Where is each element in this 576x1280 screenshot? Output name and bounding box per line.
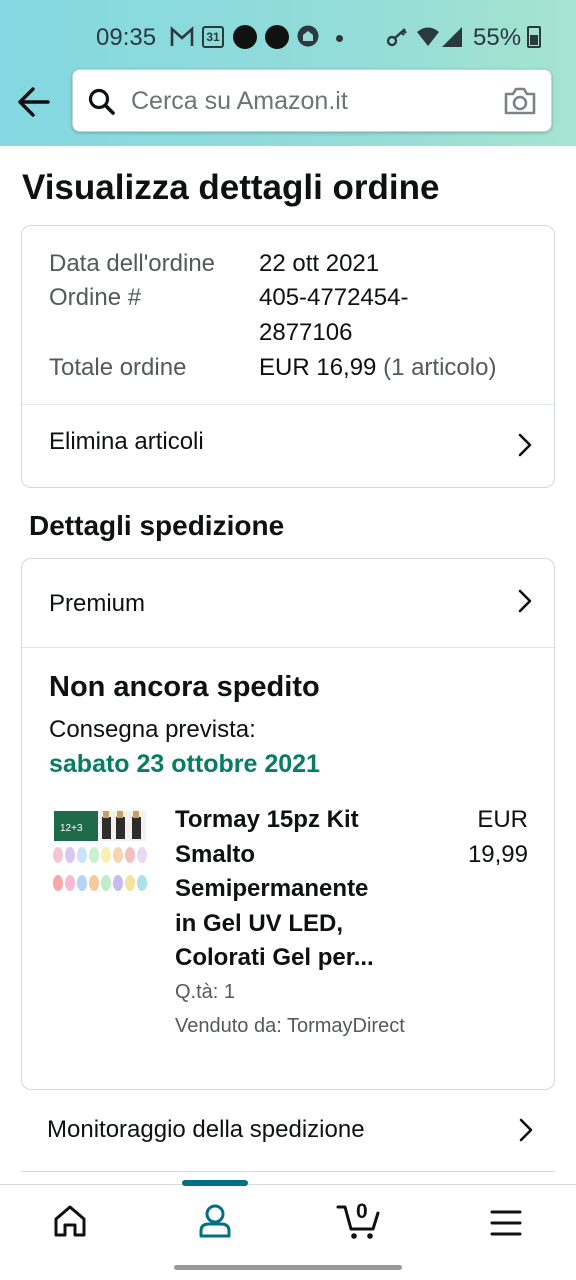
chevron-right-icon <box>518 433 532 457</box>
price-value: 19,99 <box>467 840 528 868</box>
bottom-nav <box>0 1180 576 1259</box>
home-icon <box>54 1205 86 1237</box>
product-title[interactable]: Tormay 15pz Kit Smalto Semipermanente in… <box>175 803 400 976</box>
back-arrow-icon[interactable] <box>16 84 52 120</box>
delivery-label: Consegna prevista: <box>49 716 256 743</box>
chevron-right-icon <box>519 1118 533 1142</box>
camera-icon[interactable] <box>503 86 537 116</box>
calendar-icon: 31 <box>202 26 224 48</box>
status-time: 09:35 <box>96 24 157 51</box>
status-bar: 09:35 31 55% <box>0 18 576 58</box>
delete-items-row[interactable]: Elimina articoli <box>22 405 554 488</box>
top-bar: 09:35 31 55% <box>0 0 576 146</box>
shipment-status: Non ancora spedito <box>49 671 320 703</box>
page-title: Visualizza dettagli ordine <box>22 168 440 207</box>
product-image[interactable]: 12+3 <box>52 809 148 901</box>
product-title-line: Colorati Gel per... <box>175 944 374 971</box>
delivery-date: sabato 23 ottobre 2021 <box>49 750 320 778</box>
vpn-key-icon <box>386 28 407 47</box>
home-icon <box>297 25 319 47</box>
gesture-bar <box>174 1265 402 1270</box>
order-total-label: Totale ordine <box>49 354 187 381</box>
shipping-type-row[interactable]: Premium <box>22 559 554 647</box>
product-price: EUR 19,99 <box>438 803 528 872</box>
order-summary-card: Data dell'ordine 22 ott 2021 Ordine # 40… <box>21 225 555 488</box>
battery-percent: 55% <box>473 24 522 51</box>
notification-dot <box>265 25 289 49</box>
shipping-section-title: Dettagli spedizione <box>29 510 285 541</box>
product-title-line: Smalto <box>175 840 256 868</box>
search-bar[interactable] <box>72 69 552 132</box>
order-total-amount: EUR 16,99 <box>259 354 377 381</box>
order-date-label: Data dell'ordine <box>49 250 216 277</box>
product-quantity: Q.tà: 1 <box>175 981 236 1003</box>
signal-icon <box>442 27 462 47</box>
order-total-items: (1 articolo) <box>383 354 497 381</box>
search-icon <box>88 88 115 115</box>
product-image-badge: 12+3 <box>60 823 83 834</box>
shipment-card: Premium Non ancora spedito Consegna prev… <box>21 558 555 1090</box>
account-icon <box>199 1204 231 1238</box>
price-currency: EUR <box>477 806 528 833</box>
tracking-row[interactable]: Monitoraggio della spedizione <box>21 1090 555 1172</box>
menu-icon <box>490 1210 522 1236</box>
tracking-label: Monitoraggio della spedizione <box>47 1116 365 1143</box>
order-date-value: 22 ott 2021 <box>259 250 380 277</box>
wifi-icon <box>417 27 439 46</box>
product-title-line: in Gel UV LED, <box>175 909 344 937</box>
order-total-value: EUR 16,99 (1 articolo) <box>259 351 496 385</box>
search-input[interactable] <box>131 82 491 120</box>
gmail-icon <box>170 26 194 46</box>
order-number-value-continued: 2877106 <box>259 319 353 346</box>
cart-count-badge: 0 <box>356 1200 368 1223</box>
product-title-line: Tormay 15pz Kit <box>175 806 359 833</box>
order-number-value: 405-4772454- <box>259 284 409 311</box>
product-title-line: Semipermanente <box>175 875 369 902</box>
nav-account[interactable] <box>144 1185 288 1259</box>
delete-items-label: Elimina articoli <box>49 428 204 455</box>
nav-menu[interactable] <box>432 1185 576 1259</box>
order-number-label: Ordine # <box>49 284 142 311</box>
product-seller: Venduto da: TormayDirect <box>175 1015 405 1037</box>
battery-icon <box>527 26 541 48</box>
small-dot <box>336 35 343 42</box>
chevron-right-icon <box>518 589 532 613</box>
nav-home[interactable] <box>0 1185 144 1259</box>
shipping-type-label: Premium <box>49 590 146 617</box>
divider <box>22 647 554 648</box>
notification-dot <box>233 25 257 49</box>
